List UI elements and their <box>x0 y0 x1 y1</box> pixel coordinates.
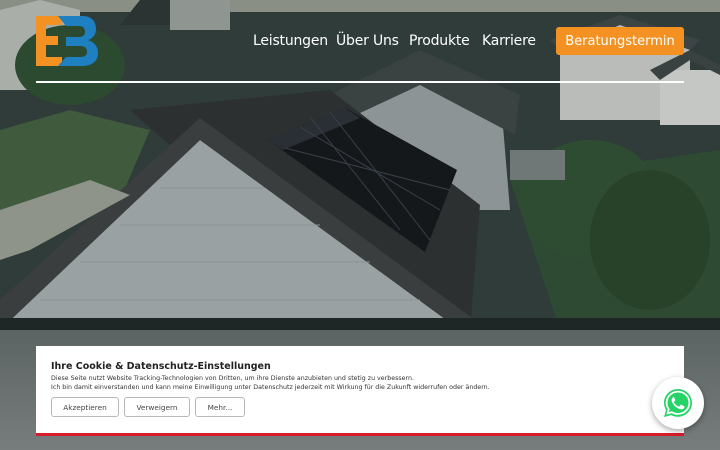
nav-item-leistungen[interactable]: Leistungen <box>253 33 328 49</box>
logo-eb[interactable] <box>36 16 98 66</box>
more-cookie-settings-button[interactable]: Mehr... <box>195 397 245 417</box>
cookie-consent-banner: Ihre Cookie & Datenschutz-Einstellungen … <box>36 346 684 436</box>
cookie-banner-text-line2: Ich bin damit einverstanden und kann mei… <box>51 384 490 391</box>
nav-divider <box>36 81 684 83</box>
beratungstermin-button[interactable]: Beratungstermin <box>556 27 684 55</box>
decline-cookies-button[interactable]: Verweigern <box>124 397 190 417</box>
cookie-banner-title: Ihre Cookie & Datenschutz-Einstellungen <box>51 361 271 372</box>
accept-cookies-button[interactable]: Akzeptieren <box>51 397 119 417</box>
whatsapp-button[interactable] <box>652 377 704 429</box>
nav-item-ueber-uns[interactable]: Über Uns <box>336 33 399 49</box>
nav-item-produkte[interactable]: Produkte <box>409 33 470 49</box>
whatsapp-icon <box>664 389 692 417</box>
nav-item-karriere[interactable]: Karriere <box>482 33 536 49</box>
cookie-banner-text-line1: Diese Seite nutzt Website Tracking-Techn… <box>51 375 415 382</box>
